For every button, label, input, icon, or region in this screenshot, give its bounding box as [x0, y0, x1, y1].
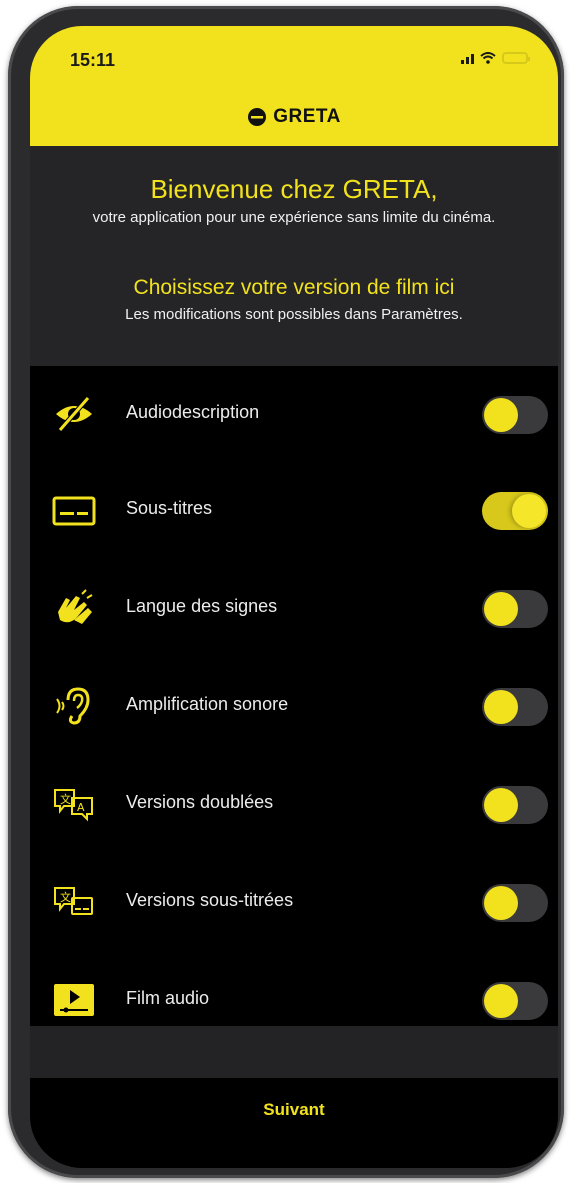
greta-logo-icon: [248, 108, 267, 126]
welcome-subtitle: votre application pour une expérience sa…: [92, 209, 496, 226]
option-label: Audiodescription: [126, 402, 260, 422]
status-icons: [461, 52, 530, 64]
option-audiodescription[interactable]: Audiodescription: [30, 366, 558, 462]
toggle-knob: [484, 592, 518, 626]
option-subtitled-versions[interactable]: 文 Versions sous-titrées: [30, 854, 558, 950]
svg-text:A: A: [77, 801, 85, 814]
option-dubbed-versions[interactable]: 文 A Versions doublées: [30, 756, 558, 852]
welcome-panel: Bienvenue chez GRETA, votre application …: [30, 146, 558, 366]
wifi-icon: [480, 52, 496, 64]
option-label: Film audio: [126, 988, 210, 1008]
toggle-knob: [484, 398, 518, 432]
status-time: 15:11: [70, 50, 116, 70]
hearing-amplification-toggle[interactable]: [482, 688, 548, 726]
audio-film-toggle[interactable]: [482, 982, 548, 1020]
choose-version-subtitle: Les modifications sont possibles dans Pa…: [125, 306, 463, 323]
option-subtitles[interactable]: Sous-titres: [30, 462, 558, 558]
option-label: Amplification sonore: [126, 694, 289, 714]
options-list: Audiodescription Sous-titres Langue des …: [30, 366, 558, 1026]
option-label: Versions doublées: [126, 792, 274, 812]
dubbed-versions-icon: 文 A: [54, 789, 93, 822]
audio-film-icon: [54, 984, 94, 1016]
option-label: Langue des signes: [126, 596, 278, 616]
audiodescription-icon: [56, 396, 92, 432]
toggle-knob: [484, 788, 518, 822]
battery-icon: [502, 52, 530, 64]
svg-text:文: 文: [60, 792, 71, 806]
welcome-title: Bienvenue chez GRETA,: [150, 174, 438, 204]
footer: Suivant: [30, 1078, 558, 1168]
logo-text: GRETA: [273, 106, 341, 127]
subtitled-versions-icon: 文: [54, 887, 93, 915]
app-screen: 15:11 GRETA Bienvenue chez GRETA, votre …: [30, 26, 558, 1168]
dubbed-versions-toggle[interactable]: [482, 786, 548, 824]
signal-icon: [461, 52, 474, 64]
option-hearing-amplification[interactable]: Amplification sonore: [30, 658, 558, 754]
sign-language-icon: [58, 589, 93, 624]
app-logo: GRETA: [30, 106, 558, 128]
option-label: Sous-titres: [126, 498, 213, 518]
hearing-amplification-icon: [56, 687, 90, 725]
phone-frame: 15:11 GRETA Bienvenue chez GRETA, votre …: [8, 6, 564, 1178]
next-button[interactable]: Suivant: [30, 1078, 558, 1142]
header-bar: 15:11 GRETA: [30, 26, 558, 146]
option-label: Versions sous-titrées: [126, 890, 294, 910]
subtitled-versions-toggle[interactable]: [482, 884, 548, 922]
subtitles-icon: [52, 496, 96, 526]
choose-version-title: Choisissez votre version de film ici: [133, 276, 455, 299]
option-sign-language[interactable]: Langue des signes: [30, 560, 558, 656]
toggle-knob: [484, 984, 518, 1018]
list-spacer: [30, 1026, 558, 1078]
svg-text:文: 文: [60, 890, 71, 904]
subtitles-toggle[interactable]: [482, 492, 548, 530]
audiodescription-toggle[interactable]: [482, 396, 548, 434]
toggle-knob: [512, 494, 546, 528]
toggle-knob: [484, 690, 518, 724]
sign-language-toggle[interactable]: [482, 590, 548, 628]
toggle-knob: [484, 886, 518, 920]
